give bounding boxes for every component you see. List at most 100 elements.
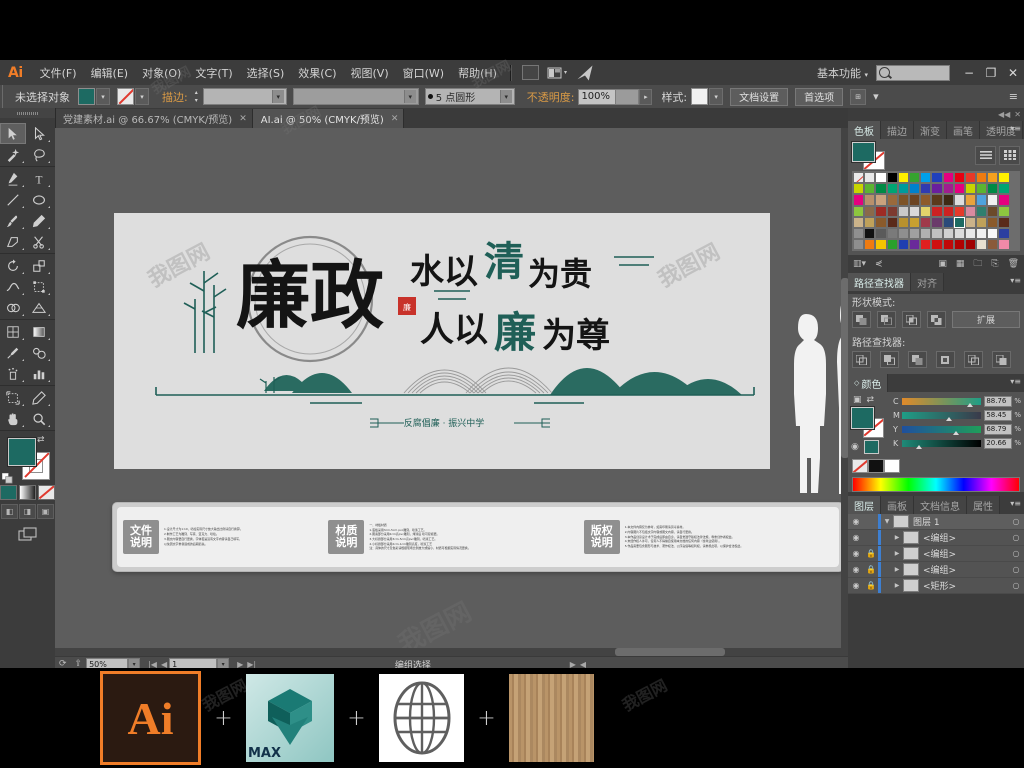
- swatch-cell[interactable]: [931, 227, 943, 240]
- layers-list[interactable]: ◉ ▼ 图层 1 ○ ◉ ▶ <编组> ○ ◉ 🔒 ▶ <编组> ○ ◉ 🔒 ▶ <编组> ○ ◉ 🔒 ▶ <矩形> ○: [848, 514, 1024, 595]
- black-swatch[interactable]: [868, 459, 884, 474]
- layer-name[interactable]: <矩形>: [923, 579, 1008, 592]
- tab-attributes[interactable]: 属性: [967, 496, 1000, 515]
- swatch-cell[interactable]: [920, 172, 932, 184]
- menu-object[interactable]: 对象(O): [135, 62, 188, 84]
- swatch-cell[interactable]: [953, 205, 965, 217]
- color-3d-icon[interactable]: ◉: [851, 442, 859, 452]
- panel-menu-icon[interactable]: ▾≡: [1010, 377, 1021, 386]
- swatch-cell[interactable]: [964, 183, 977, 195]
- swatch-cell[interactable]: [931, 183, 943, 195]
- swatch-cell[interactable]: [942, 227, 954, 240]
- intersect-button[interactable]: [902, 311, 921, 329]
- swatch-cell[interactable]: [864, 227, 876, 240]
- hand-tool[interactable]: [0, 408, 26, 429]
- color-slider-row[interactable]: M 58.45%: [893, 409, 1021, 421]
- tab-align[interactable]: 对齐: [911, 273, 944, 292]
- swatch-cell[interactable]: [886, 172, 898, 184]
- exclude-button[interactable]: [927, 311, 946, 329]
- gradient-tool[interactable]: [26, 321, 52, 342]
- color-slider-row[interactable]: Y 68.79%: [893, 423, 1021, 435]
- menu-type[interactable]: 文字(T): [188, 62, 239, 84]
- swatch-cell[interactable]: [897, 216, 909, 228]
- scale-tool[interactable]: [26, 255, 52, 276]
- mesh-tool[interactable]: [0, 321, 26, 342]
- tab-swatches[interactable]: 色板: [848, 121, 881, 139]
- color-fill-indicator[interactable]: [850, 406, 875, 431]
- merge-button[interactable]: [908, 351, 927, 369]
- swatch-cell[interactable]: [853, 194, 865, 206]
- fill-stroke-toggle-icon[interactable]: ▣: [853, 395, 862, 405]
- eye-icon[interactable]: ◉: [848, 581, 864, 590]
- menu-window[interactable]: 窗口(W): [396, 62, 451, 84]
- horizontal-scroll-thumb[interactable]: [615, 648, 725, 656]
- control-bar-menu[interactable]: ≡: [1009, 90, 1018, 103]
- swatch-cell[interactable]: [875, 216, 887, 228]
- list-view-button[interactable]: [975, 145, 996, 165]
- swatch-cell[interactable]: [964, 227, 977, 240]
- layer-target-icon[interactable]: ○: [1008, 517, 1024, 526]
- color-mode-button[interactable]: [0, 485, 17, 500]
- ellipse-tool[interactable]: [26, 189, 52, 210]
- color-slider-knob[interactable]: [952, 430, 959, 435]
- draw-behind-button[interactable]: ◨: [19, 504, 36, 519]
- color-slider-track[interactable]: [902, 397, 982, 407]
- stroke-profile-combo[interactable]: ▾: [292, 88, 419, 105]
- swatch-cell[interactable]: [987, 194, 999, 206]
- swatch-cell[interactable]: [942, 239, 954, 251]
- lock-icon[interactable]: 🔒: [864, 581, 878, 590]
- swap-fill-stroke-icon[interactable]: ⇄: [867, 395, 875, 405]
- swatch-cell[interactable]: [964, 172, 977, 184]
- arrange-documents-icon[interactable]: ▾: [547, 65, 567, 81]
- color-slider-row[interactable]: K 20.66%: [893, 437, 1021, 449]
- none-swatch[interactable]: [852, 459, 868, 474]
- swatch-cell[interactable]: [875, 227, 887, 240]
- pen-tool[interactable]: [0, 168, 26, 189]
- stroke-weight-stepper[interactable]: ▴ ▾: [192, 89, 201, 104]
- color-slider-track[interactable]: [902, 425, 982, 435]
- lock-icon[interactable]: 🔒: [864, 565, 878, 574]
- eye-icon[interactable]: ◉: [848, 517, 864, 526]
- swatch-cell[interactable]: [920, 183, 932, 195]
- control-bar-overflow[interactable]: ▾: [873, 90, 879, 103]
- crop-button[interactable]: [936, 351, 955, 369]
- layer-target-icon[interactable]: ○: [1008, 565, 1024, 574]
- swatch-cell[interactable]: [897, 239, 909, 251]
- swatch-grid[interactable]: [852, 171, 1020, 252]
- outline-button[interactable]: [964, 351, 983, 369]
- swatches-fill-stroke[interactable]: [851, 141, 886, 170]
- menu-view[interactable]: 视图(V): [344, 62, 396, 84]
- color-slider-value[interactable]: 58.45: [984, 409, 1013, 421]
- swatch-cell[interactable]: [987, 216, 999, 228]
- control-bar-grip[interactable]: [0, 85, 7, 108]
- swatch-cell[interactable]: [987, 205, 999, 217]
- opacity-input[interactable]: 100%: [578, 88, 617, 105]
- swatch-cell[interactable]: [998, 227, 1010, 240]
- chevron-down-icon[interactable]: ▶: [891, 582, 903, 589]
- none-mode-button[interactable]: [38, 485, 55, 500]
- swatch-cell[interactable]: [964, 216, 977, 228]
- slice-tool[interactable]: [26, 387, 52, 408]
- trim-button[interactable]: [880, 351, 899, 369]
- draw-inside-button[interactable]: ▣: [37, 504, 54, 519]
- swatch-cell[interactable]: [920, 239, 932, 251]
- layer-target-icon[interactable]: ○: [1008, 533, 1024, 542]
- menu-effect[interactable]: 效果(C): [291, 62, 343, 84]
- swatch-cell[interactable]: [886, 183, 898, 195]
- swatch-cell[interactable]: [976, 227, 988, 240]
- restore-button[interactable]: ❐: [980, 62, 1002, 84]
- color-slider-knob[interactable]: [916, 444, 923, 449]
- gradient-mode-button[interactable]: [19, 485, 36, 500]
- close-icon[interactable]: ✕: [391, 114, 399, 124]
- swatch-cell[interactable]: [942, 205, 954, 217]
- swatch-cell[interactable]: [875, 205, 887, 217]
- swatch-cell[interactable]: [987, 227, 999, 240]
- swatch-cell[interactable]: [976, 194, 988, 206]
- new-swatch-icon[interactable]: ⎘: [991, 259, 998, 269]
- swatch-cell[interactable]: [875, 183, 887, 195]
- swatch-cell[interactable]: [908, 216, 921, 228]
- screen-mode-button[interactable]: [0, 527, 55, 542]
- scissors-tool[interactable]: [26, 231, 52, 252]
- draw-normal-button[interactable]: ◧: [1, 504, 18, 519]
- tab-pathfinder[interactable]: 路径查找器: [848, 273, 911, 292]
